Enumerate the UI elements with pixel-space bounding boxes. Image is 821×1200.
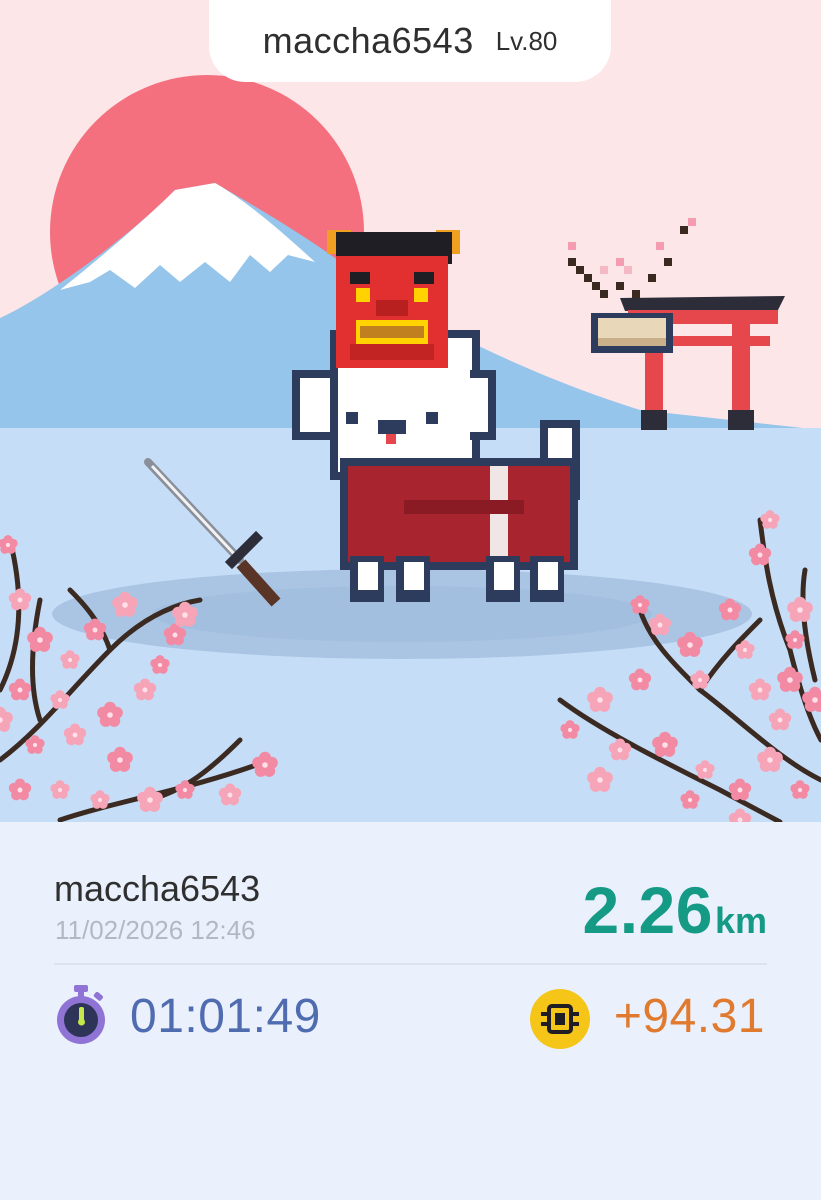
summary-timestamp: 11/02/2026 12:46	[55, 915, 256, 945]
stopwatch-icon	[57, 985, 105, 1044]
duration-value: 01:01:49	[130, 990, 321, 1043]
oni-mask	[327, 230, 460, 368]
distance-unit: km	[714, 900, 767, 941]
player-name: maccha6543	[262, 20, 474, 61]
distance-value: 2.26	[582, 873, 713, 947]
player-name-pill: maccha6543 Lv.80	[209, 0, 611, 82]
divider	[54, 963, 767, 965]
scene-svg	[0, 75, 821, 822]
distance-display: 2.26 km	[583, 872, 768, 948]
summary-username: maccha6543	[54, 868, 261, 909]
pixel-blossom-twig	[568, 218, 696, 298]
hanging-lantern	[591, 313, 673, 353]
scene-illustration: maccha6543 Lv.80	[0, 0, 821, 822]
coin-icon	[530, 989, 590, 1049]
earned-value: +94.31	[613, 990, 765, 1043]
player-level: Lv.80	[495, 25, 558, 56]
